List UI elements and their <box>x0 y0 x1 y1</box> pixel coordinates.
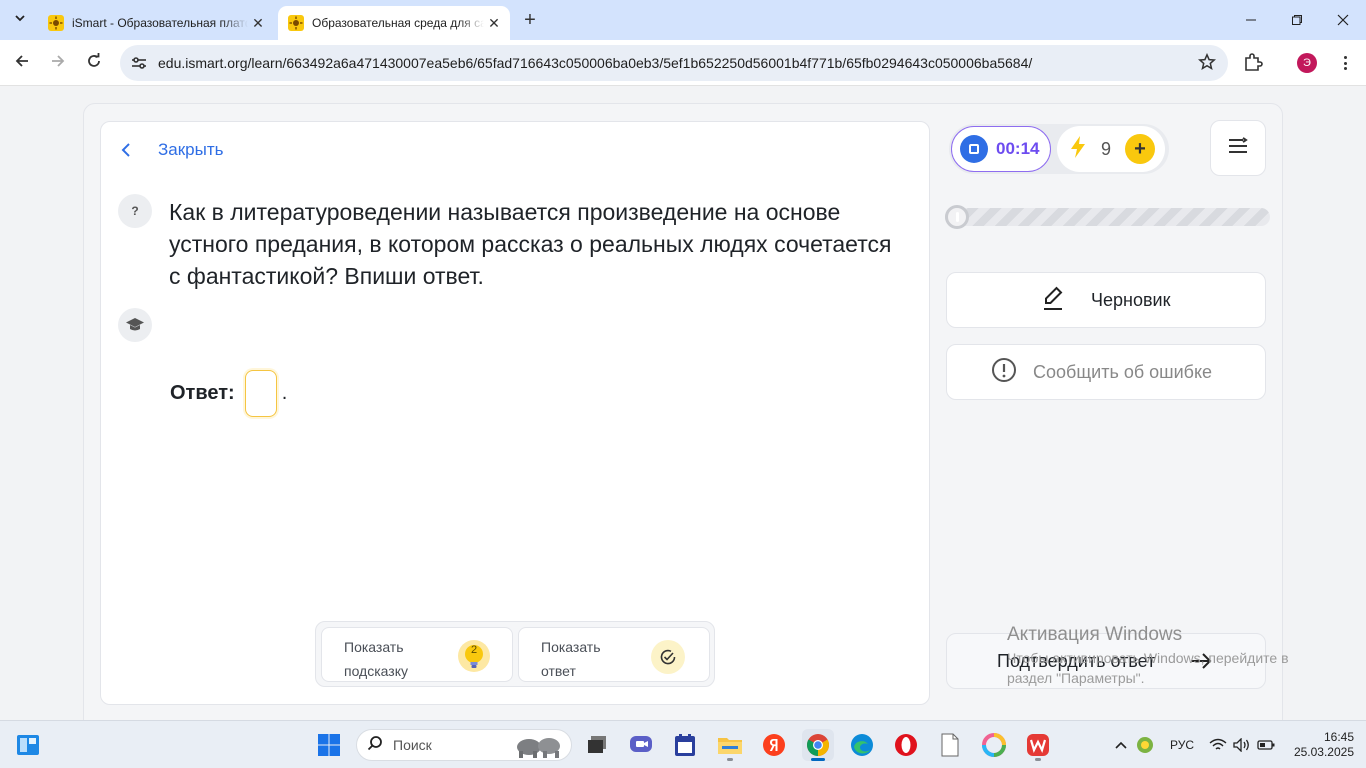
show-hint-label: Показать подсказку <box>344 639 408 679</box>
arrow-left-icon <box>14 53 30 74</box>
show-answer-label: Показать ответ <box>541 639 601 679</box>
wps-office-icon[interactable] <box>1022 729 1054 761</box>
search-icon <box>367 735 383 756</box>
question-help-badge[interactable]: ? <box>118 194 152 228</box>
browser-tab-ismart[interactable]: iSmart - Образовательная платформа ✕ <box>38 6 274 40</box>
answer-label: Ответ: <box>170 382 235 404</box>
puzzle-icon[interactable] <box>1242 52 1264 79</box>
task-view-icon[interactable] <box>581 729 613 761</box>
graduation-cap-icon[interactable] <box>118 308 152 342</box>
show-answer-button[interactable]: Показать ответ <box>518 627 710 682</box>
elephants-search-highlight-icon <box>513 733 565 764</box>
tab-search-button[interactable] <box>8 8 32 32</box>
report-error-label: Сообщить об ошибке <box>1033 361 1213 382</box>
file-explorer-icon[interactable] <box>714 729 746 761</box>
browser-toolbar: edu.ismart.org/learn/663492a6a471430007e… <box>0 40 1366 86</box>
ismart-sun-icon <box>48 15 64 31</box>
close-tab-icon[interactable]: ✕ <box>484 13 504 33</box>
star-icon[interactable] <box>1197 52 1217 76</box>
show-hint-button[interactable]: Показать подсказку 2 <box>321 627 513 682</box>
timer-value: 00:14 <box>996 139 1040 158</box>
clock-time: 16:45 <box>1323 730 1354 744</box>
back-button[interactable] <box>9 50 35 76</box>
system-clock[interactable]: 16:45 25.03.2025 <box>1282 730 1354 760</box>
plus-icon: + <box>524 8 536 31</box>
keyboard-language[interactable]: РУС <box>1170 738 1194 752</box>
menu-button[interactable] <box>1210 120 1266 176</box>
yandex-browser-icon[interactable] <box>758 729 790 761</box>
hint-count: 2 <box>470 644 478 656</box>
add-energy-button[interactable]: + <box>1125 134 1155 164</box>
answer-suffix: . <box>281 382 288 404</box>
submit-answer-button[interactable]: Подтвердить ответ <box>946 633 1266 689</box>
chevron-down-icon <box>14 11 26 29</box>
chevron-left-icon <box>120 142 140 158</box>
windows-taskbar: Поиск РУС 16:45 25.03.2025 <box>0 720 1366 768</box>
tune-icon[interactable] <box>124 48 154 78</box>
stop-timer-icon[interactable] <box>960 135 988 163</box>
battery-icon[interactable] <box>1254 729 1278 761</box>
tab-title: iSmart - Образовательная платформа <box>72 16 248 30</box>
clock-date: 25.03.2025 <box>1293 745 1354 759</box>
timer[interactable]: 00:14 <box>951 126 1051 172</box>
calendar-app-icon[interactable] <box>669 729 701 761</box>
check-circle-icon <box>651 640 685 674</box>
help-buttons: Показать подсказку 2 Показать ответ <box>315 621 715 687</box>
opera-icon[interactable] <box>890 729 922 761</box>
more-vertical-icon[interactable] <box>1337 53 1353 73</box>
reload-icon <box>86 52 102 74</box>
energy-count: 9 <box>1101 138 1112 159</box>
minimize-button[interactable] <box>1228 0 1274 40</box>
widgets-icon[interactable] <box>12 729 44 761</box>
pencil-icon <box>1041 284 1065 317</box>
draft-label: Черновик <box>1091 289 1171 310</box>
taskbar-search[interactable]: Поиск <box>356 729 572 761</box>
question-text: Как в литературоведении называется произ… <box>169 199 892 289</box>
edge-icon[interactable] <box>846 729 878 761</box>
reload-button[interactable] <box>81 50 107 76</box>
close-tab-icon[interactable]: ✕ <box>248 13 268 33</box>
address-bar[interactable]: edu.ismart.org/learn/663492a6a471430007e… <box>120 45 1228 81</box>
chrome-icon[interactable] <box>802 729 834 761</box>
lightning-icon <box>1069 135 1087 164</box>
wifi-icon[interactable] <box>1206 729 1230 761</box>
answer-input[interactable] <box>244 370 277 417</box>
progress-knob <box>945 205 969 229</box>
status-panel: 00:14 9 + <box>949 124 1169 174</box>
tray-app-icon[interactable] <box>1132 729 1158 761</box>
browser-tab-active[interactable]: Образовательная среда для самостоятельно… <box>278 6 510 40</box>
document-icon[interactable] <box>934 729 966 761</box>
browser-tab-strip: iSmart - Образовательная платформа ✕ Обр… <box>0 0 1366 40</box>
report-error-button[interactable]: Сообщить об ошибке <box>946 344 1266 400</box>
start-button[interactable] <box>313 729 345 761</box>
chat-app-icon[interactable] <box>625 729 657 761</box>
volume-icon[interactable] <box>1230 729 1254 761</box>
close-label: Закрыть <box>158 140 224 159</box>
ismart-sun-icon <box>288 15 304 31</box>
photos-app-icon[interactable] <box>978 729 1010 761</box>
arrow-right-icon <box>1189 651 1213 676</box>
exclamation-circle-icon <box>991 357 1017 388</box>
draft-button[interactable]: Черновик <box>946 272 1266 328</box>
new-tab-button[interactable]: + <box>518 8 542 32</box>
arrow-right-icon <box>50 53 66 74</box>
tab-title: Образовательная среда для самостоятельно… <box>312 16 484 30</box>
profile-avatar[interactable]: Э <box>1297 53 1317 73</box>
submit-answer-label: Подтвердить ответ <box>997 651 1156 671</box>
energy-counter: 9 + <box>1057 126 1165 172</box>
url-text[interactable]: edu.ismart.org/learn/663492a6a471430007e… <box>158 55 1032 71</box>
progress-bar <box>945 205 1270 229</box>
answer-row: Ответ: . <box>170 370 287 417</box>
lightbulb-icon: 2 <box>458 640 490 672</box>
search-placeholder: Поиск <box>393 737 432 753</box>
close-link[interactable]: Закрыть <box>120 140 223 160</box>
forward-button[interactable] <box>45 50 71 76</box>
close-window-button[interactable] <box>1320 0 1366 40</box>
restore-button[interactable] <box>1274 0 1320 40</box>
list-menu-icon <box>1227 136 1249 160</box>
